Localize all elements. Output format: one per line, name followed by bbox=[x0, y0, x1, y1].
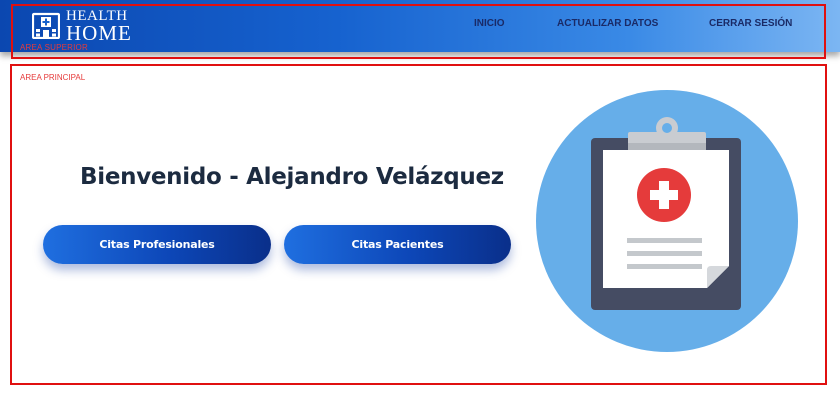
area-principal-label: AREA PRINCIPAL bbox=[20, 73, 86, 82]
nav-actualizar-datos[interactable]: ACTUALIZAR DATOS bbox=[557, 18, 658, 29]
area-superior-label: AREA SUPERIOR bbox=[20, 43, 88, 52]
nav-inicio[interactable]: INICIO bbox=[474, 18, 505, 29]
health-home-logo[interactable]: HEALTH HOME bbox=[32, 5, 132, 45]
medical-clipboard-icon bbox=[536, 90, 798, 352]
nav-cerrar-sesion[interactable]: CERRAR SESIÓN bbox=[709, 18, 792, 29]
logo-text: HEALTH HOME bbox=[66, 8, 132, 45]
logo-line-2: HOME bbox=[66, 21, 132, 45]
citas-pacientes-button[interactable]: Citas Pacientes bbox=[284, 225, 511, 264]
welcome-heading: Bienvenido - Alejandro Velázquez bbox=[80, 164, 504, 190]
citas-profesionales-button[interactable]: Citas Profesionales bbox=[43, 225, 271, 264]
hospital-building-icon bbox=[32, 12, 60, 39]
